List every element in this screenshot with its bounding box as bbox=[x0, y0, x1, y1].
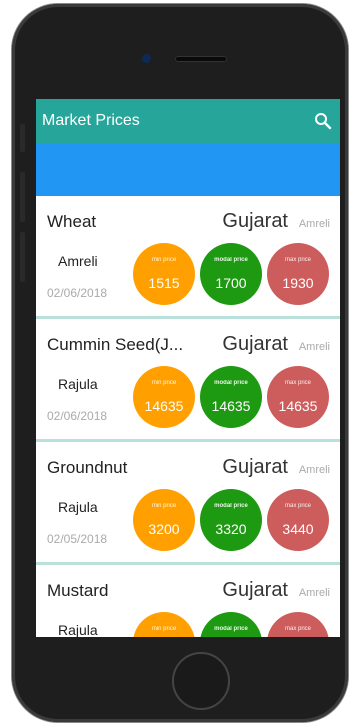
min-price-value: 3200 bbox=[148, 521, 180, 537]
list-item[interactable]: Groundnut Gujarat Amreli Rajula 02/05/20… bbox=[36, 442, 340, 565]
district-name: Amreli bbox=[298, 464, 330, 476]
min-price-badge: min price 3200 bbox=[133, 489, 195, 551]
state-name: Gujarat bbox=[222, 456, 288, 478]
modal-price-label: modal price bbox=[214, 503, 248, 509]
modal-price-value: 1700 bbox=[215, 275, 247, 291]
earpiece-speaker bbox=[175, 56, 227, 62]
crop-name: Groundnut bbox=[47, 458, 128, 477]
min-price-label: min price bbox=[151, 503, 177, 509]
district-name: Amreli bbox=[298, 341, 330, 353]
filter-banner bbox=[36, 143, 340, 196]
app-bar: Market Prices bbox=[36, 99, 340, 143]
modal-price-badge: modal price bbox=[200, 612, 262, 637]
home-button[interactable] bbox=[172, 652, 230, 710]
min-price-badge: min price bbox=[133, 612, 195, 637]
search-icon[interactable] bbox=[314, 112, 332, 130]
state-name: Gujarat bbox=[222, 333, 288, 355]
list-item[interactable]: Cummin Seed(J... Gujarat Amreli Rajula 0… bbox=[36, 319, 340, 442]
modal-price-label: modal price bbox=[214, 380, 248, 386]
modal-price-value: 14635 bbox=[211, 398, 251, 414]
crop-name: Wheat bbox=[47, 212, 97, 231]
list-item[interactable]: Mustard Gujarat Amreli Rajula min price … bbox=[36, 565, 340, 637]
market-name: Rajula bbox=[58, 622, 98, 637]
volume-down-button bbox=[20, 232, 25, 282]
app-screen: Market Prices Wheat Gujarat Amreli Amrel… bbox=[36, 99, 340, 637]
modal-price-value: 3320 bbox=[215, 521, 247, 537]
max-price-value: 1930 bbox=[282, 275, 314, 291]
max-price-value: 3440 bbox=[282, 521, 314, 537]
max-price-label: max price bbox=[284, 626, 311, 632]
arrival-date: 02/06/2018 bbox=[47, 409, 108, 423]
volume-up-button bbox=[20, 172, 25, 222]
min-price-value: 14635 bbox=[144, 398, 184, 414]
min-price-label: min price bbox=[151, 380, 177, 386]
max-price-badge: max price 1930 bbox=[267, 243, 329, 305]
max-price-badge: max price 14635 bbox=[267, 366, 329, 428]
crop-name: Cummin Seed(J... bbox=[47, 335, 184, 354]
market-name: Rajula bbox=[58, 499, 98, 515]
modal-price-badge: modal price 14635 bbox=[200, 366, 262, 428]
min-price-label: min price bbox=[151, 626, 177, 632]
modal-price-label: modal price bbox=[214, 257, 248, 263]
arrival-date: 02/05/2018 bbox=[47, 532, 108, 546]
max-price-badge: max price bbox=[267, 612, 329, 637]
page-title: Market Prices bbox=[42, 112, 140, 129]
min-price-value: 1515 bbox=[148, 275, 180, 291]
max-price-label: max price bbox=[284, 257, 311, 263]
mute-switch bbox=[20, 124, 25, 152]
max-price-badge: max price 3440 bbox=[267, 489, 329, 551]
state-name: Gujarat bbox=[222, 579, 288, 601]
list-item[interactable]: Wheat Gujarat Amreli Amreli 02/06/2018 m… bbox=[36, 196, 340, 319]
max-price-value: 14635 bbox=[278, 398, 318, 414]
min-price-label: min price bbox=[151, 257, 177, 263]
arrival-date: 02/06/2018 bbox=[47, 286, 108, 300]
front-camera bbox=[142, 54, 151, 63]
modal-price-label: modal price bbox=[214, 626, 248, 632]
min-price-badge: min price 14635 bbox=[133, 366, 195, 428]
max-price-label: max price bbox=[284, 380, 311, 386]
state-name: Gujarat bbox=[222, 210, 288, 232]
modal-price-badge: modal price 1700 bbox=[200, 243, 262, 305]
market-name: Amreli bbox=[58, 253, 98, 269]
modal-price-badge: modal price 3320 bbox=[200, 489, 262, 551]
max-price-label: max price bbox=[284, 503, 311, 509]
district-name: Amreli bbox=[298, 218, 330, 230]
crop-name: Mustard bbox=[47, 581, 109, 600]
market-name: Rajula bbox=[58, 376, 98, 392]
price-list: Wheat Gujarat Amreli Amreli 02/06/2018 m… bbox=[36, 196, 340, 637]
district-name: Amreli bbox=[298, 587, 330, 599]
min-price-badge: min price 1515 bbox=[133, 243, 195, 305]
